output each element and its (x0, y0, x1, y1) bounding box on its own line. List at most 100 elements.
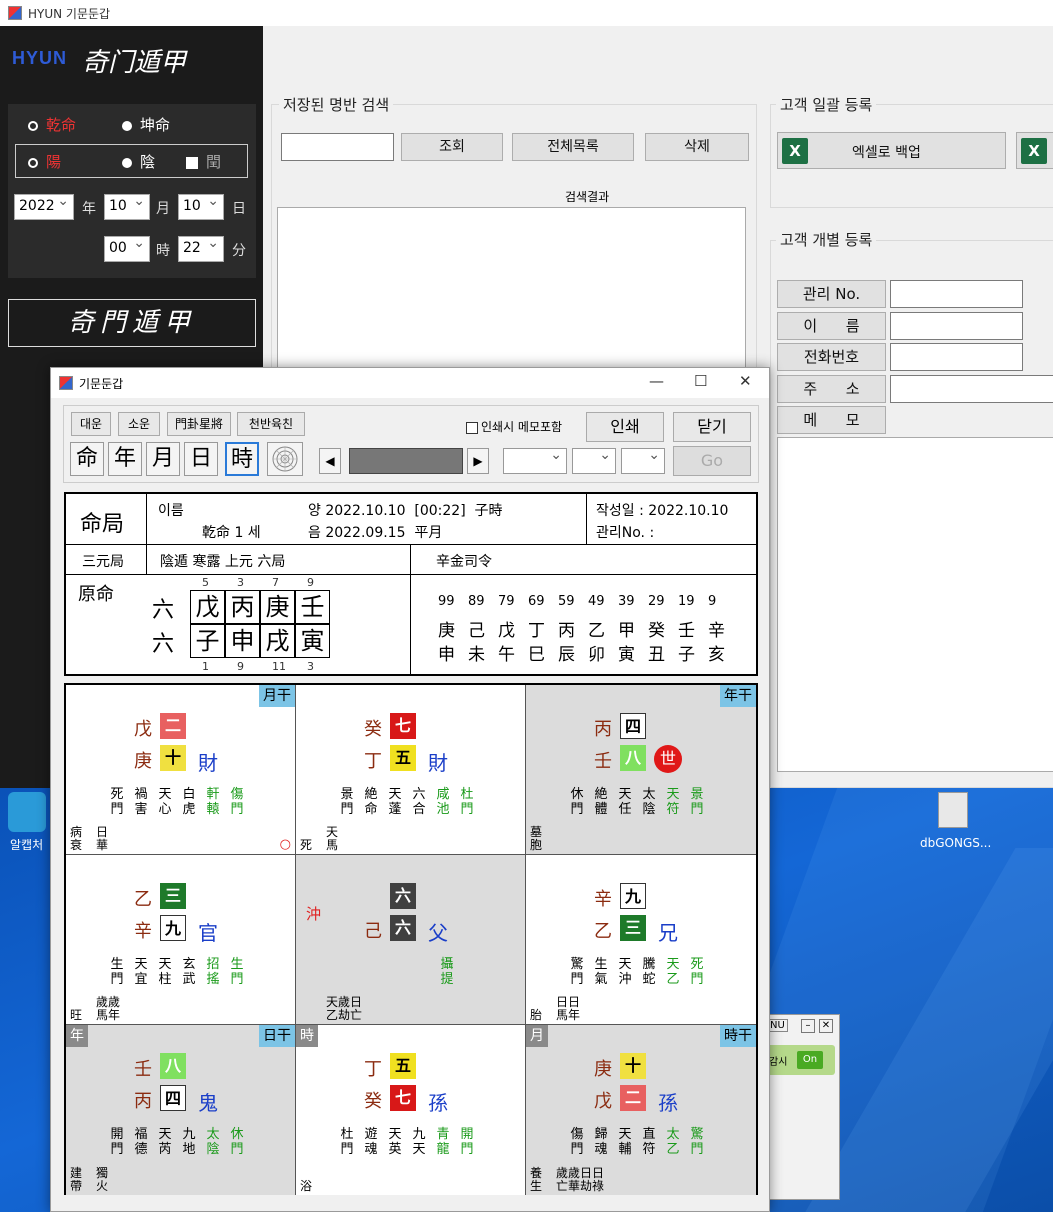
hour-button[interactable]: 時 (225, 442, 259, 476)
palace-attribute: 福 德 (134, 1127, 148, 1157)
delete-button[interactable]: 삭제 (645, 133, 749, 161)
tray-select[interactable]: NU (767, 1019, 788, 1032)
select-1[interactable] (503, 447, 567, 474)
palace-attribute: 天 沖 (618, 957, 632, 987)
day-button[interactable]: 日 (184, 442, 218, 476)
minimize-icon[interactable]: – (801, 1019, 815, 1033)
palace-attribute: 傷 門 (570, 1127, 584, 1157)
pillar-bottom-number: 3 (307, 660, 314, 673)
name-field[interactable] (890, 312, 1023, 340)
ming-button[interactable]: 命 (70, 442, 104, 476)
yang-radio[interactable]: 陽 (28, 151, 61, 172)
palace-cell: 沖己六六父攝 提天歲日 乙劫亡 (296, 855, 526, 1025)
luck-age: 89 (468, 594, 485, 609)
day-select[interactable]: 10 (178, 193, 224, 220)
next-arrow-icon[interactable]: ▶ (467, 448, 489, 474)
daeun-button[interactable]: 대운 (71, 412, 111, 436)
palace-stage: 養 生 (530, 1166, 543, 1193)
palace-attribute: 休 門 (230, 1127, 244, 1157)
pillar-top-number: 5 (202, 576, 209, 589)
memo-field[interactable] (777, 437, 1053, 772)
capture-app-icon[interactable] (8, 792, 46, 832)
sanyuan-label: 三元局 (82, 554, 124, 570)
created-date: 작성일 : 2022.10.10 (596, 503, 729, 519)
relation-god: 財 (198, 751, 218, 775)
compass-icon[interactable] (267, 442, 303, 476)
close-button[interactable]: 닫기 (673, 412, 751, 442)
go-button[interactable]: Go (673, 446, 751, 476)
cheonban-button[interactable]: 천반육친 (237, 412, 305, 436)
male-radio[interactable]: 乾命 (28, 114, 76, 135)
star-number: 二 (160, 713, 186, 739)
search-input[interactable] (281, 133, 394, 161)
palace-corner-tag: 年 (66, 1025, 88, 1047)
month-button[interactable]: 月 (146, 442, 180, 476)
palace-attribute: 軒 轅 (206, 787, 220, 817)
palace-attribute: 白 虎 (182, 787, 196, 817)
palace-attribute: 玄 武 (182, 957, 196, 987)
month-label: 月 (156, 201, 170, 217)
gwae-button[interactable]: 門卦星將 (167, 412, 231, 436)
palace-attribute: 天 乙 (666, 957, 680, 987)
star-number: 五 (390, 1053, 416, 1079)
luck-age: 49 (588, 594, 605, 609)
star-number: 三 (620, 915, 646, 941)
palace-spirits: 日 華 (96, 825, 109, 852)
star-number: 六 (390, 883, 416, 909)
qimen-button[interactable]: 奇門遁甲 (8, 299, 256, 347)
excel-import-button[interactable]: X (1016, 132, 1053, 169)
luck-stem: 乙 (588, 621, 605, 641)
month-select[interactable]: 10 (104, 193, 150, 220)
result-label: 검색결과 (565, 190, 610, 204)
excel-backup-button[interactable]: X 엑셀로 백업 (777, 132, 1006, 169)
star-number: 八 (620, 745, 646, 771)
year-select[interactable]: 2022 (14, 193, 74, 220)
pillar-top-number: 3 (237, 576, 244, 589)
progress-track[interactable] (349, 448, 463, 474)
star-number: 九 (160, 915, 186, 941)
palace-attribute: 絶 體 (594, 787, 608, 817)
toggle-switch[interactable]: 감시 On (767, 1045, 835, 1075)
palace-attribute: 騰 蛇 (642, 957, 656, 987)
address-field[interactable] (890, 375, 1053, 403)
select-3[interactable] (621, 447, 665, 474)
radio-selected-icon (122, 157, 132, 168)
star-number: 七 (390, 713, 416, 739)
row-label: 六 (152, 632, 175, 657)
female-radio[interactable]: 坤命 (122, 114, 170, 135)
luck-branch: 午 (498, 645, 515, 665)
query-button[interactable]: 조회 (401, 133, 503, 161)
phone-field[interactable] (890, 343, 1023, 371)
search-results-list[interactable] (277, 207, 746, 377)
mgmt-no-field[interactable] (890, 280, 1023, 308)
year-label: 年 (82, 201, 96, 217)
minute-select[interactable]: 22 (178, 235, 224, 262)
luck-branch: 子 (678, 645, 695, 665)
palace-spirits: 天 馬 (326, 825, 339, 852)
memo-include-checkbox[interactable]: 인쇄시 메모포함 (466, 418, 562, 435)
luck-branch: 寅 (618, 645, 635, 665)
year-button[interactable]: 年 (108, 442, 142, 476)
hour-select[interactable]: 00 (104, 235, 150, 262)
prev-arrow-icon[interactable]: ◀ (319, 448, 341, 474)
select-2[interactable] (572, 447, 616, 474)
print-button[interactable]: 인쇄 (586, 412, 664, 442)
relation-god: 父 (428, 921, 448, 945)
maximize-icon[interactable]: ☐ (694, 372, 707, 390)
radio-selected-icon (122, 120, 132, 131)
palace-spirits: 天歲日 乙劫亡 (326, 995, 363, 1022)
file-icon[interactable] (938, 792, 968, 828)
memo-label: 메 모 (777, 406, 886, 434)
all-list-button[interactable]: 전체목록 (512, 133, 634, 161)
earth-stem: 癸 (364, 1091, 382, 1112)
palace-attribute: 攝 提 (440, 957, 454, 987)
soun-button[interactable]: 소운 (118, 412, 160, 436)
close-icon[interactable]: ✕ (819, 1019, 833, 1033)
info-table: 命局 이름 乾命 1 세 양 2022.10.10 [00:22] 子時 음 2… (64, 492, 758, 676)
close-icon[interactable]: ✕ (739, 372, 752, 390)
minimize-icon[interactable]: — (649, 372, 664, 390)
leap-checkbox[interactable]: 閏 (186, 151, 221, 172)
yin-radio[interactable]: 陰 (122, 151, 155, 172)
palace-attribute: 死 門 (110, 787, 124, 817)
star-number: 七 (390, 1085, 416, 1111)
